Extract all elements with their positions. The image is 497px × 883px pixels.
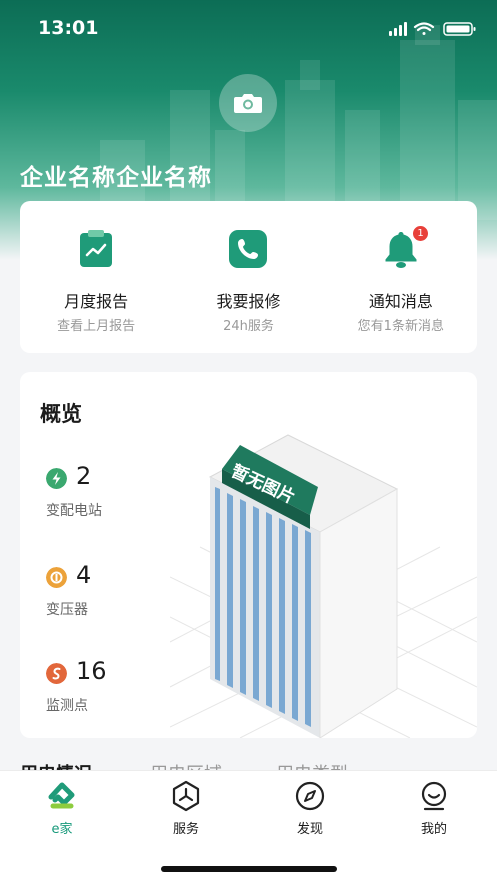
stat-label: 变压器 bbox=[46, 602, 88, 618]
overview-title: 概览 bbox=[40, 402, 82, 426]
tabbar-label: 发现 bbox=[296, 822, 323, 837]
lightning-icon bbox=[46, 468, 67, 489]
wifi-icon bbox=[413, 22, 435, 35]
company-name: 企业名称企业名称 bbox=[20, 165, 212, 191]
status-time: 13:01 bbox=[38, 17, 99, 39]
overview-card: 概览 2 变配电站 4 变压器 16 监测点 暂无图片 bbox=[20, 372, 477, 738]
tabbar-label: 服务 bbox=[172, 822, 199, 837]
status-icons bbox=[389, 22, 476, 36]
e-home-icon bbox=[48, 782, 75, 809]
monthly-report-button[interactable]: 月度报告 查看上月报告 bbox=[20, 201, 172, 353]
action-subtitle: 24h服务 bbox=[223, 319, 274, 334]
action-title: 我要报修 bbox=[216, 292, 281, 311]
stat-value: 4 bbox=[76, 561, 92, 589]
phone-icon bbox=[229, 230, 268, 268]
action-subtitle: 您有1条新消息 bbox=[357, 319, 444, 334]
notification-badge: 1 bbox=[411, 224, 430, 243]
monitor-icon bbox=[46, 663, 67, 684]
stat-label: 变配电站 bbox=[46, 503, 102, 519]
stat-value: 16 bbox=[76, 657, 107, 685]
signal-icon bbox=[389, 22, 407, 36]
home-indicator[interactable] bbox=[161, 866, 337, 872]
repair-request-button[interactable]: 我要报修 24h服务 bbox=[172, 201, 324, 353]
action-title: 通知消息 bbox=[368, 292, 433, 311]
tabbar-item-service[interactable]: 服务 bbox=[146, 779, 226, 837]
tabbar-item-profile[interactable]: 我的 bbox=[394, 779, 474, 837]
compass-icon bbox=[295, 781, 325, 811]
battery-icon bbox=[443, 22, 476, 36]
stat-label: 监测点 bbox=[46, 698, 88, 714]
camera-icon bbox=[234, 94, 262, 113]
transformer-icon bbox=[46, 567, 67, 588]
quick-actions-card: 月度报告 查看上月报告 我要报修 24h服务 通知消息 您有1条新消息 bbox=[20, 201, 477, 353]
profile-icon bbox=[421, 781, 447, 811]
tabbar-item-discover[interactable]: 发现 bbox=[270, 779, 350, 837]
report-icon bbox=[80, 230, 113, 267]
action-title: 月度报告 bbox=[64, 292, 129, 311]
tabbar-item-home[interactable]: e家 bbox=[22, 779, 102, 837]
tabbar-label: e家 bbox=[51, 822, 73, 837]
camera-button[interactable] bbox=[219, 74, 277, 132]
building-placeholder-illustration: 暂无图片 bbox=[170, 434, 477, 738]
notifications-button[interactable]: 通知消息 您有1条新消息 bbox=[325, 201, 477, 353]
tabbar-label: 我的 bbox=[420, 822, 447, 837]
stat-value: 2 bbox=[76, 462, 92, 490]
service-icon bbox=[172, 780, 200, 812]
status-bar: 13:01 bbox=[0, 0, 497, 60]
action-subtitle: 查看上月报告 bbox=[57, 319, 136, 334]
